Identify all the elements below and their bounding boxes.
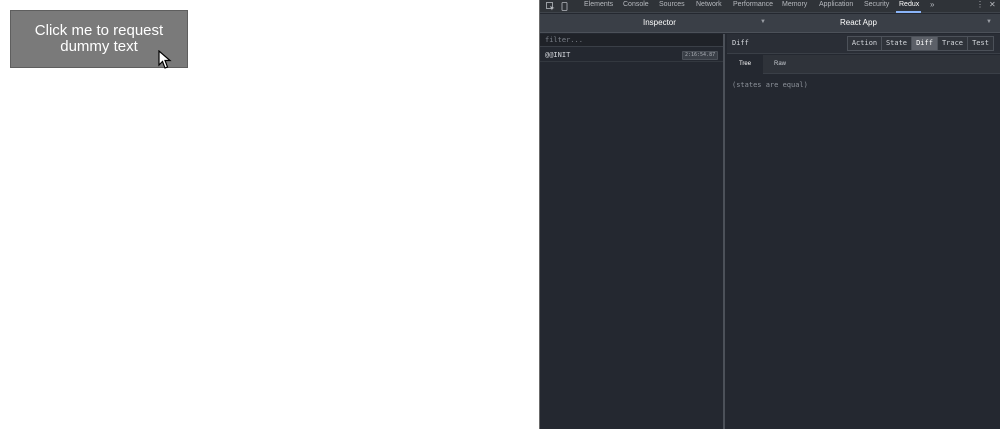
tab-action[interactable]: Action: [847, 36, 882, 51]
monitor-select[interactable]: Inspector: [643, 18, 676, 27]
inspect-element-icon[interactable]: [546, 2, 555, 11]
tab-state[interactable]: State: [881, 36, 912, 51]
devtools-tab-bar: Elements Console Sources Network Perform…: [540, 0, 1000, 13]
more-tabs-icon[interactable]: »: [930, 0, 934, 9]
action-preview-pane: Diff Action State Diff Trace Test Tree R…: [727, 34, 1000, 429]
action-name: @@INIT: [545, 51, 571, 59]
diff-message: (states are equal): [732, 81, 808, 89]
app-page: Click me to request dummy text: [0, 0, 539, 429]
mouse-cursor-icon: [158, 50, 172, 69]
tab-elements[interactable]: Elements: [584, 1, 613, 8]
redux-monitor-bar: Inspector ▼ React App ▼: [540, 14, 1000, 33]
tab-redux[interactable]: Redux: [899, 1, 919, 8]
tab-diff[interactable]: Diff: [911, 36, 938, 51]
devtools-panel: Elements Console Sources Network Perform…: [539, 0, 1000, 429]
action-list-pane: @@INIT 2:16:54.87: [540, 34, 725, 429]
tab-tree[interactable]: Tree: [727, 55, 763, 74]
tab-sources[interactable]: Sources: [659, 1, 685, 8]
action-timestamp-badge: 2:16:54.87: [682, 51, 719, 60]
tab-memory[interactable]: Memory: [782, 1, 807, 8]
tab-security[interactable]: Security: [864, 1, 889, 8]
instance-dropdown-icon[interactable]: ▼: [986, 19, 992, 25]
tab-trace[interactable]: Trace: [937, 36, 968, 51]
monitor-dropdown-icon[interactable]: ▼: [760, 19, 766, 25]
active-tab-indicator: [896, 11, 921, 13]
close-devtools-icon[interactable]: ✕: [989, 0, 996, 9]
instance-select[interactable]: React App: [840, 18, 877, 27]
devtools-menu-icon[interactable]: ⋮: [976, 0, 984, 9]
preview-title: Diff: [732, 39, 749, 47]
tab-network[interactable]: Network: [696, 1, 722, 8]
tab-console[interactable]: Console: [623, 1, 649, 8]
tab-application[interactable]: Application: [819, 1, 853, 8]
preview-header: Diff Action State Diff Trace Test: [727, 34, 1000, 54]
action-list-item[interactable]: @@INIT 2:16:54.87: [540, 49, 723, 62]
diff-view-tabs: Tree Raw: [727, 55, 1000, 74]
tab-raw[interactable]: Raw: [763, 55, 797, 74]
tab-performance[interactable]: Performance: [733, 1, 773, 8]
action-filter-input[interactable]: [540, 34, 723, 47]
tab-test[interactable]: Test: [967, 36, 994, 51]
device-toolbar-icon[interactable]: [560, 2, 569, 11]
